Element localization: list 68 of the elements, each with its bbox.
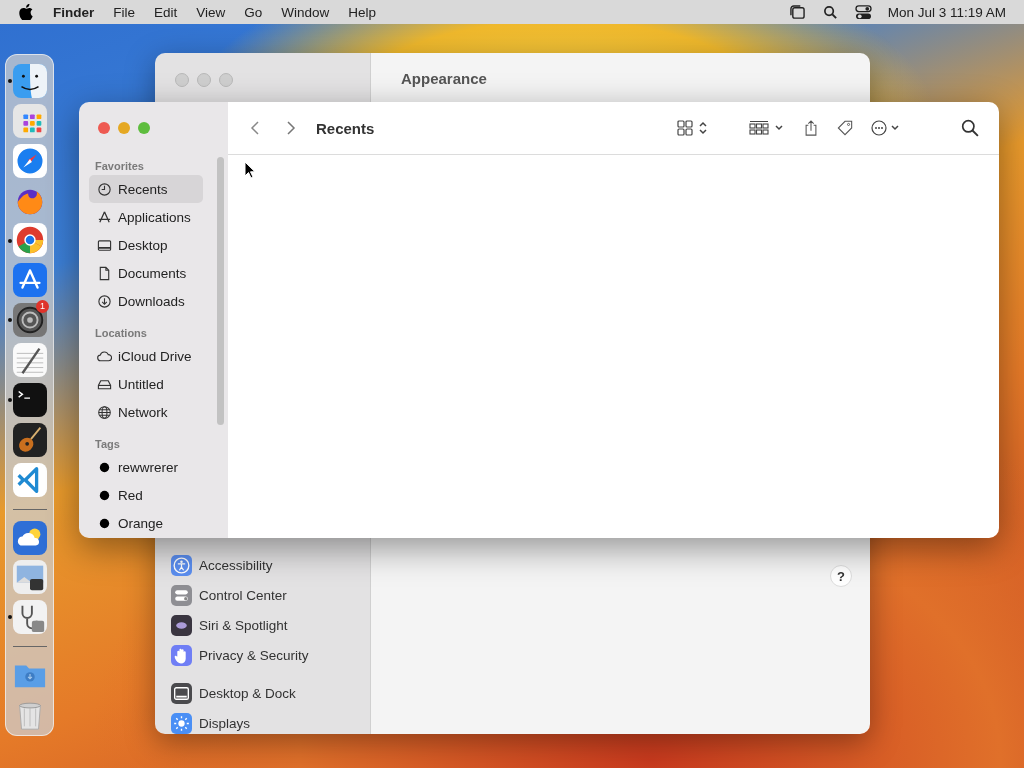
sidebar-item[interactable]: Recents (89, 175, 203, 203)
sidebar-item[interactable]: Network (89, 398, 203, 426)
globe-icon (97, 404, 112, 420)
settings-sidebar-item[interactable]: Accessibility (199, 557, 273, 573)
apps-icon (97, 209, 112, 225)
settings-sidebar-item[interactable]: Privacy & Security (199, 647, 309, 663)
notification-badge: 1 (36, 300, 49, 314)
tag-icon[interactable] (837, 120, 853, 136)
sidebar-item[interactable]: Downloads (89, 287, 203, 315)
stethoscope-icon[interactable] (12, 600, 47, 635)
settings-sidebar-item[interactable]: Siri & Spotlight (199, 617, 288, 633)
document-icon (97, 265, 112, 281)
download-icon (97, 293, 112, 309)
search-icon[interactable] (961, 119, 979, 137)
sidebar-heading: Tags (94, 437, 121, 452)
sidebar-item[interactable]: Desktop (89, 231, 203, 259)
menu-item[interactable]: File (113, 4, 136, 20)
menu-item[interactable]: Edit (154, 4, 178, 20)
desktop-icon (97, 237, 112, 253)
accessibility-icon (171, 554, 192, 576)
window-title: Appearance (400, 69, 488, 87)
mouse-pointer-icon (244, 161, 256, 179)
photo-viewer-icon[interactable] (12, 560, 47, 595)
sidebar-item[interactable]: Untitled (89, 370, 203, 398)
clock-icon (97, 181, 112, 197)
app-store-icon[interactable] (12, 263, 47, 298)
code-editor-icon[interactable] (12, 462, 47, 497)
window-title: Recents (316, 119, 375, 137)
menu-item[interactable]: View (196, 4, 226, 20)
toggles-icon (171, 584, 192, 606)
sidebar-item[interactable]: Red (89, 481, 203, 509)
close-button[interactable] (98, 122, 110, 134)
settings-sidebar-item[interactable]: Control Center (199, 587, 287, 603)
app-menu[interactable]: Finder (53, 4, 95, 20)
cloud-sun-icon[interactable] (12, 520, 47, 555)
menu-item[interactable]: Window (281, 4, 330, 20)
sidebar-heading: Favorites (94, 159, 145, 174)
share-icon[interactable] (803, 120, 819, 136)
sidebar-item[interactable]: iCloud Drive (89, 342, 203, 370)
notepad-icon[interactable] (12, 343, 47, 378)
clock-text[interactable]: Mon Jul 3 11:19 AM (887, 4, 1006, 20)
menu-item[interactable]: Go (244, 4, 263, 20)
hand-icon (171, 644, 192, 666)
icon-view-icon[interactable] (677, 120, 709, 136)
sun-icon (171, 712, 192, 734)
sidebar-item[interactable]: Orange (89, 509, 203, 537)
search-icon[interactable] (821, 4, 839, 20)
scrollbar[interactable] (217, 157, 224, 425)
guitar-icon[interactable] (12, 422, 47, 457)
cloud-icon (97, 348, 112, 364)
sidebar-item[interactable]: Documents (89, 259, 203, 287)
sidebar-item[interactable]: Applications (89, 203, 203, 231)
menu-item[interactable]: Help (348, 4, 377, 20)
sidebar-heading: Locations (94, 326, 148, 341)
control-center-icon[interactable] (854, 4, 872, 20)
siri-icon (171, 614, 192, 636)
settings-sidebar-item[interactable]: Displays (199, 715, 250, 731)
terminal-icon[interactable] (12, 382, 47, 417)
apple-logo-icon[interactable] (19, 4, 33, 20)
sidebar-item[interactable]: rewwrerer (89, 453, 203, 481)
smiling-face-icon[interactable] (12, 63, 47, 98)
windows-icon[interactable] (788, 4, 806, 20)
app-grid-icon[interactable] (12, 103, 47, 138)
group-icon[interactable] (749, 120, 785, 136)
settings-sidebar-item[interactable]: Desktop & Dock (199, 685, 296, 701)
compass-icon[interactable] (12, 143, 47, 178)
help-button[interactable]: ? (830, 565, 852, 587)
dock-icon (171, 682, 192, 704)
